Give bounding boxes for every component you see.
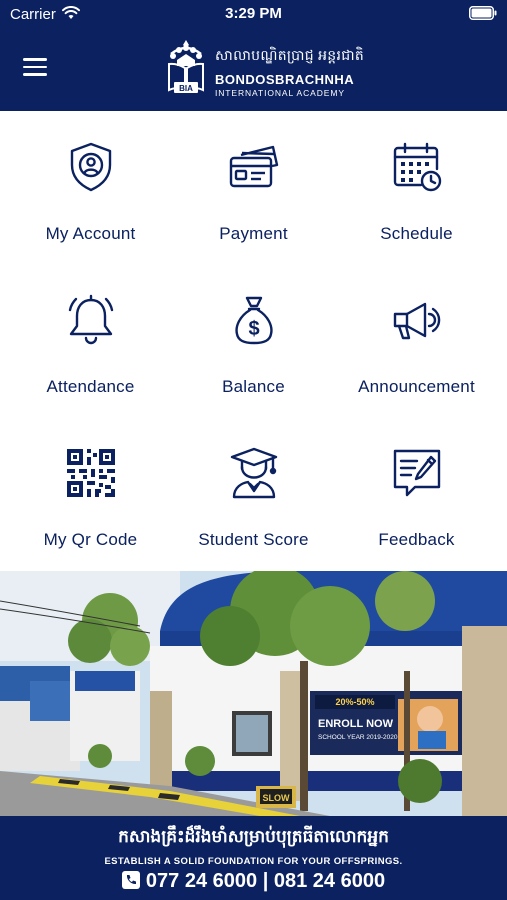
school-emblem-icon: BIA	[168, 40, 204, 93]
status-bar: Carrier 3:29 PM	[0, 0, 507, 28]
menu-item-attendance[interactable]: Attendance	[6, 264, 175, 414]
poster-title: ENROLL NOW	[318, 718, 394, 730]
credit-card-icon	[228, 141, 280, 193]
calendar-clock-icon	[391, 141, 443, 193]
poster-discount: 20%-50%	[335, 697, 374, 707]
menu-item-label: Balance	[222, 377, 285, 396]
phone-icon	[121, 871, 140, 889]
menu-item-label: Schedule	[380, 224, 453, 243]
menu-item-label: My Qr Code	[43, 530, 138, 549]
menu-item-feedback[interactable]: Feedback	[332, 417, 501, 567]
feedback-form-icon	[391, 447, 443, 499]
menu-item-label: Feedback	[378, 530, 455, 549]
menu-item-schedule[interactable]: Schedule	[332, 111, 501, 261]
hamburger-menu-icon[interactable]	[23, 58, 47, 77]
menu-item-my-qr-code[interactable]: My Qr Code	[6, 417, 175, 567]
menu-item-payment[interactable]: Payment	[169, 111, 338, 261]
menu-item-label: Announcement	[358, 377, 475, 396]
menu-item-balance[interactable]: $ Balance	[169, 264, 338, 414]
logo-khmer-name: សាលាបណ្ឌិតប្រាជ្ញ អន្តរជាតិ	[215, 47, 365, 63]
school-banner-image: 20%-50% ENROLL NOW SCHOOL YEAR 2019-2020…	[0, 571, 507, 816]
footer-slogan: ESTABLISH A SOLID FOUNDATION FOR YOUR OF…	[104, 856, 403, 867]
menu-item-label: Attendance	[46, 377, 135, 396]
school-logo: BIA សាលាបណ្ឌិតប្រាជ្ញ អន្តរជាតិ BONDOSBR…	[163, 38, 364, 100]
user-shield-icon	[65, 141, 117, 193]
menu-item-announcement[interactable]: Announcement	[332, 264, 501, 414]
bell-icon	[65, 294, 117, 346]
logo-subtitle: INTERNATIONAL ACADEMY	[215, 88, 345, 98]
app-header: Carrier 3:29 PM BIA សាលាបណ្ឌិតប្រាជ្ញ អន…	[0, 0, 507, 111]
money-bag-icon: $	[228, 294, 280, 346]
menu-grid: My Account Payment Schedule Attendance $…	[0, 111, 507, 571]
slow-sign-text: SLOW	[263, 793, 291, 803]
footer-phone-row[interactable]: 077 24 6000 | 081 24 6000	[0, 870, 507, 893]
menu-item-label: My Account	[45, 224, 136, 243]
poster-subtitle: SCHOOL YEAR 2019-2020	[318, 734, 398, 741]
menu-item-label: Student Score	[198, 530, 309, 549]
logo-name: BONDOSBRACHNHA	[215, 72, 355, 87]
emblem-text: BIA	[179, 84, 193, 93]
svg-text:$: $	[248, 318, 259, 340]
megaphone-icon	[391, 294, 443, 346]
menu-item-student-score[interactable]: Student Score	[169, 417, 338, 567]
graduate-icon	[228, 447, 280, 499]
menu-item-my-account[interactable]: My Account	[6, 111, 175, 261]
menu-item-label: Payment	[219, 224, 288, 243]
footer-khmer-slogan: កសាងគ្រឹះដ៏រឹងមាំសម្រាប់បុត្រធីតាលោកអ្នក	[118, 827, 389, 846]
status-time: 3:29 PM	[225, 5, 282, 22]
contact-footer: កសាងគ្រឹះដ៏រឹងមាំសម្រាប់បុត្រធីតាលោកអ្នក…	[0, 816, 507, 900]
footer-phone-number[interactable]: 077 24 6000 | 081 24 6000	[146, 870, 385, 892]
battery-icon	[469, 6, 497, 20]
qr-code-icon	[65, 447, 117, 499]
